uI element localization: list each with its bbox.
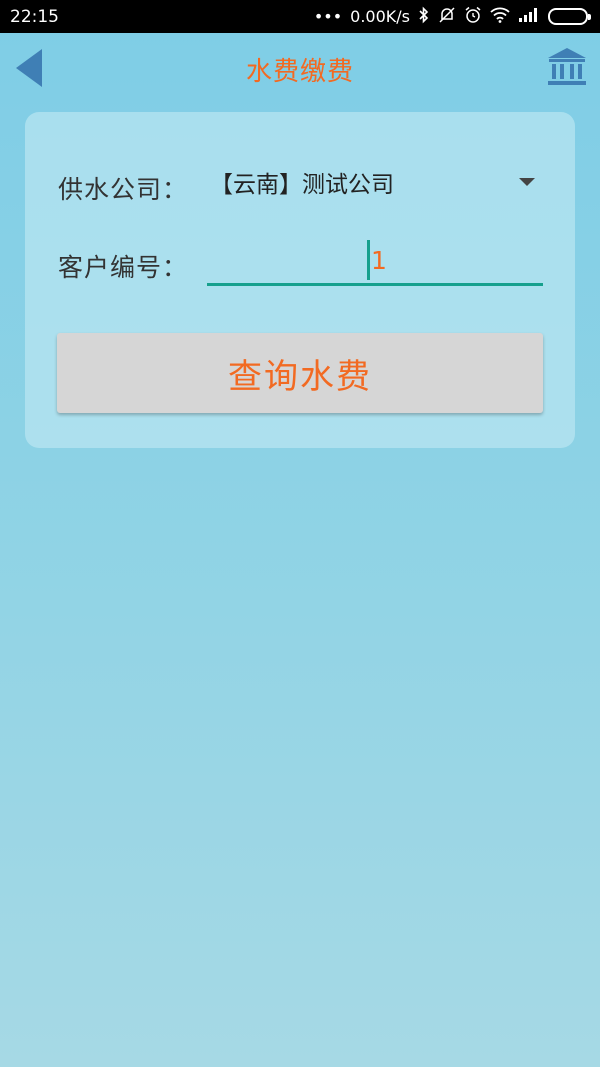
alarm-off-icon [438, 6, 456, 28]
company-select-value: 【云南】测试公司 [210, 172, 394, 198]
status-icons: ••• 0.00K/s [313, 6, 591, 28]
customer-number-label: 客户编号： [58, 253, 189, 282]
network-speed: 0.00K/s [350, 7, 410, 26]
wifi-icon [490, 7, 510, 27]
company-select[interactable]: 【云南】测试公司 [210, 162, 535, 202]
status-bar: 22:15 ••• 0.00K/s [0, 0, 600, 33]
back-arrow-icon[interactable] [12, 47, 46, 89]
customer-number-field [207, 238, 543, 286]
signal-icon [518, 7, 538, 26]
text-cursor [367, 240, 370, 280]
company-label: 供水公司： [58, 175, 189, 204]
app-bar: 水费缴费 [0, 33, 600, 105]
status-time: 22:15 [10, 6, 59, 27]
page-title: 水费缴费 [245, 56, 354, 87]
battery-icon [548, 8, 591, 25]
payment-form-card: 供水公司： 【云南】测试公司 客户编号： 查询水费 [25, 112, 575, 448]
bluetooth-icon [418, 6, 430, 28]
query-fee-button[interactable]: 查询水费 [57, 333, 543, 413]
alarm-icon [464, 6, 482, 28]
more-dots: ••• [313, 7, 343, 26]
customer-number-input[interactable] [207, 238, 543, 283]
bank-icon[interactable] [546, 46, 588, 88]
chevron-down-icon [519, 178, 535, 186]
